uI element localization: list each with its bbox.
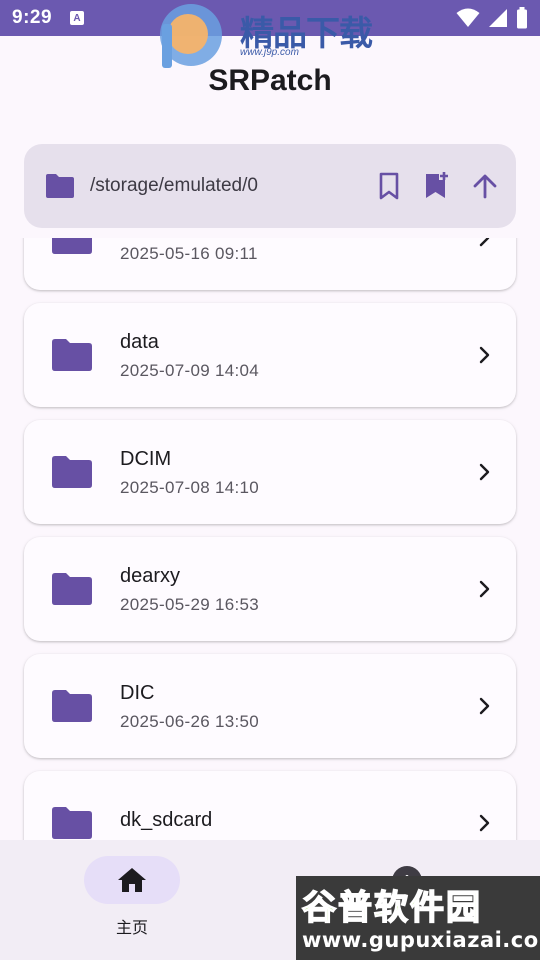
folder-date: 2025-06-26 13:50 bbox=[120, 712, 260, 731]
watermark-logo-icon bbox=[160, 4, 222, 68]
watermark-bottom-title: 谷普软件园 bbox=[301, 887, 482, 929]
folder-name: dk_sdcard bbox=[120, 809, 213, 831]
folder-list-item[interactable]: CowcatServer2025-05-16 09:11 bbox=[24, 238, 516, 290]
watermark-url: www.j9p.com bbox=[240, 47, 299, 58]
folder-list-item[interactable]: dk_sdcard bbox=[24, 771, 516, 840]
wifi-icon bbox=[456, 8, 480, 27]
chevron-right-icon bbox=[479, 814, 490, 832]
watermark-top: 精品下载 www.j9p.com bbox=[158, 0, 388, 72]
add-bookmark-button[interactable] bbox=[422, 171, 452, 201]
watermark-bottom: 谷普软件园 www.gupuxiazai.com bbox=[296, 876, 540, 960]
battery-icon bbox=[517, 7, 527, 29]
status-time: 9:29 bbox=[12, 7, 53, 28]
chevron-right-icon bbox=[479, 346, 490, 364]
folder-name: DCIM bbox=[120, 448, 172, 470]
chevron-right-icon bbox=[479, 238, 490, 247]
folder-date: 2025-05-16 09:11 bbox=[120, 244, 258, 263]
folder-name: data bbox=[120, 331, 159, 353]
folder-name: DIC bbox=[120, 682, 155, 704]
home-icon bbox=[118, 868, 146, 892]
chevron-right-icon bbox=[479, 580, 490, 598]
folder-icon bbox=[52, 456, 92, 488]
folder-icon bbox=[52, 339, 92, 371]
folder-list-item[interactable]: data 2025-07-09 14:04 bbox=[24, 303, 516, 407]
folder-icon bbox=[52, 238, 92, 254]
watermark-bottom-url: www.gupuxiazai.com bbox=[302, 928, 540, 952]
folder-icon bbox=[52, 807, 92, 839]
folder-list-item[interactable]: DIC 2025-06-26 13:50 bbox=[24, 654, 516, 758]
folder-icon bbox=[52, 690, 92, 722]
bookmark-icon bbox=[379, 172, 399, 200]
nav-home-label[interactable]: 主页 bbox=[84, 914, 180, 938]
notification-icon: A bbox=[70, 11, 85, 25]
signal-icon bbox=[489, 9, 507, 27]
chevron-right-icon bbox=[479, 697, 490, 715]
folder-date: 2025-07-08 14:10 bbox=[120, 478, 260, 497]
path-bar: /storage/emulated/0 bbox=[24, 144, 516, 228]
folder-name: dearxy bbox=[120, 565, 181, 587]
file-list[interactable]: CowcatServer2025-05-16 09:11 data 2025-07-… bbox=[0, 238, 540, 840]
folder-date: 2025-07-09 14:04 bbox=[120, 361, 260, 380]
folder-date: 2025-05-29 16:53 bbox=[120, 595, 260, 614]
navigate-up-button[interactable] bbox=[470, 171, 500, 201]
folder-list-item[interactable]: DCIM 2025-07-08 14:10 bbox=[24, 420, 516, 524]
nav-home-button[interactable] bbox=[84, 856, 180, 904]
chevron-right-icon bbox=[479, 463, 490, 481]
bookmark-button[interactable] bbox=[374, 171, 404, 201]
add-bookmark-icon bbox=[426, 172, 448, 198]
folder-icon bbox=[52, 573, 92, 605]
current-path: /storage/emulated/0 bbox=[90, 175, 258, 196]
folder-list-item[interactable]: dearxy 2025-05-29 16:53 bbox=[24, 537, 516, 641]
folder-icon bbox=[46, 174, 74, 198]
arrow-up-icon bbox=[473, 174, 497, 199]
